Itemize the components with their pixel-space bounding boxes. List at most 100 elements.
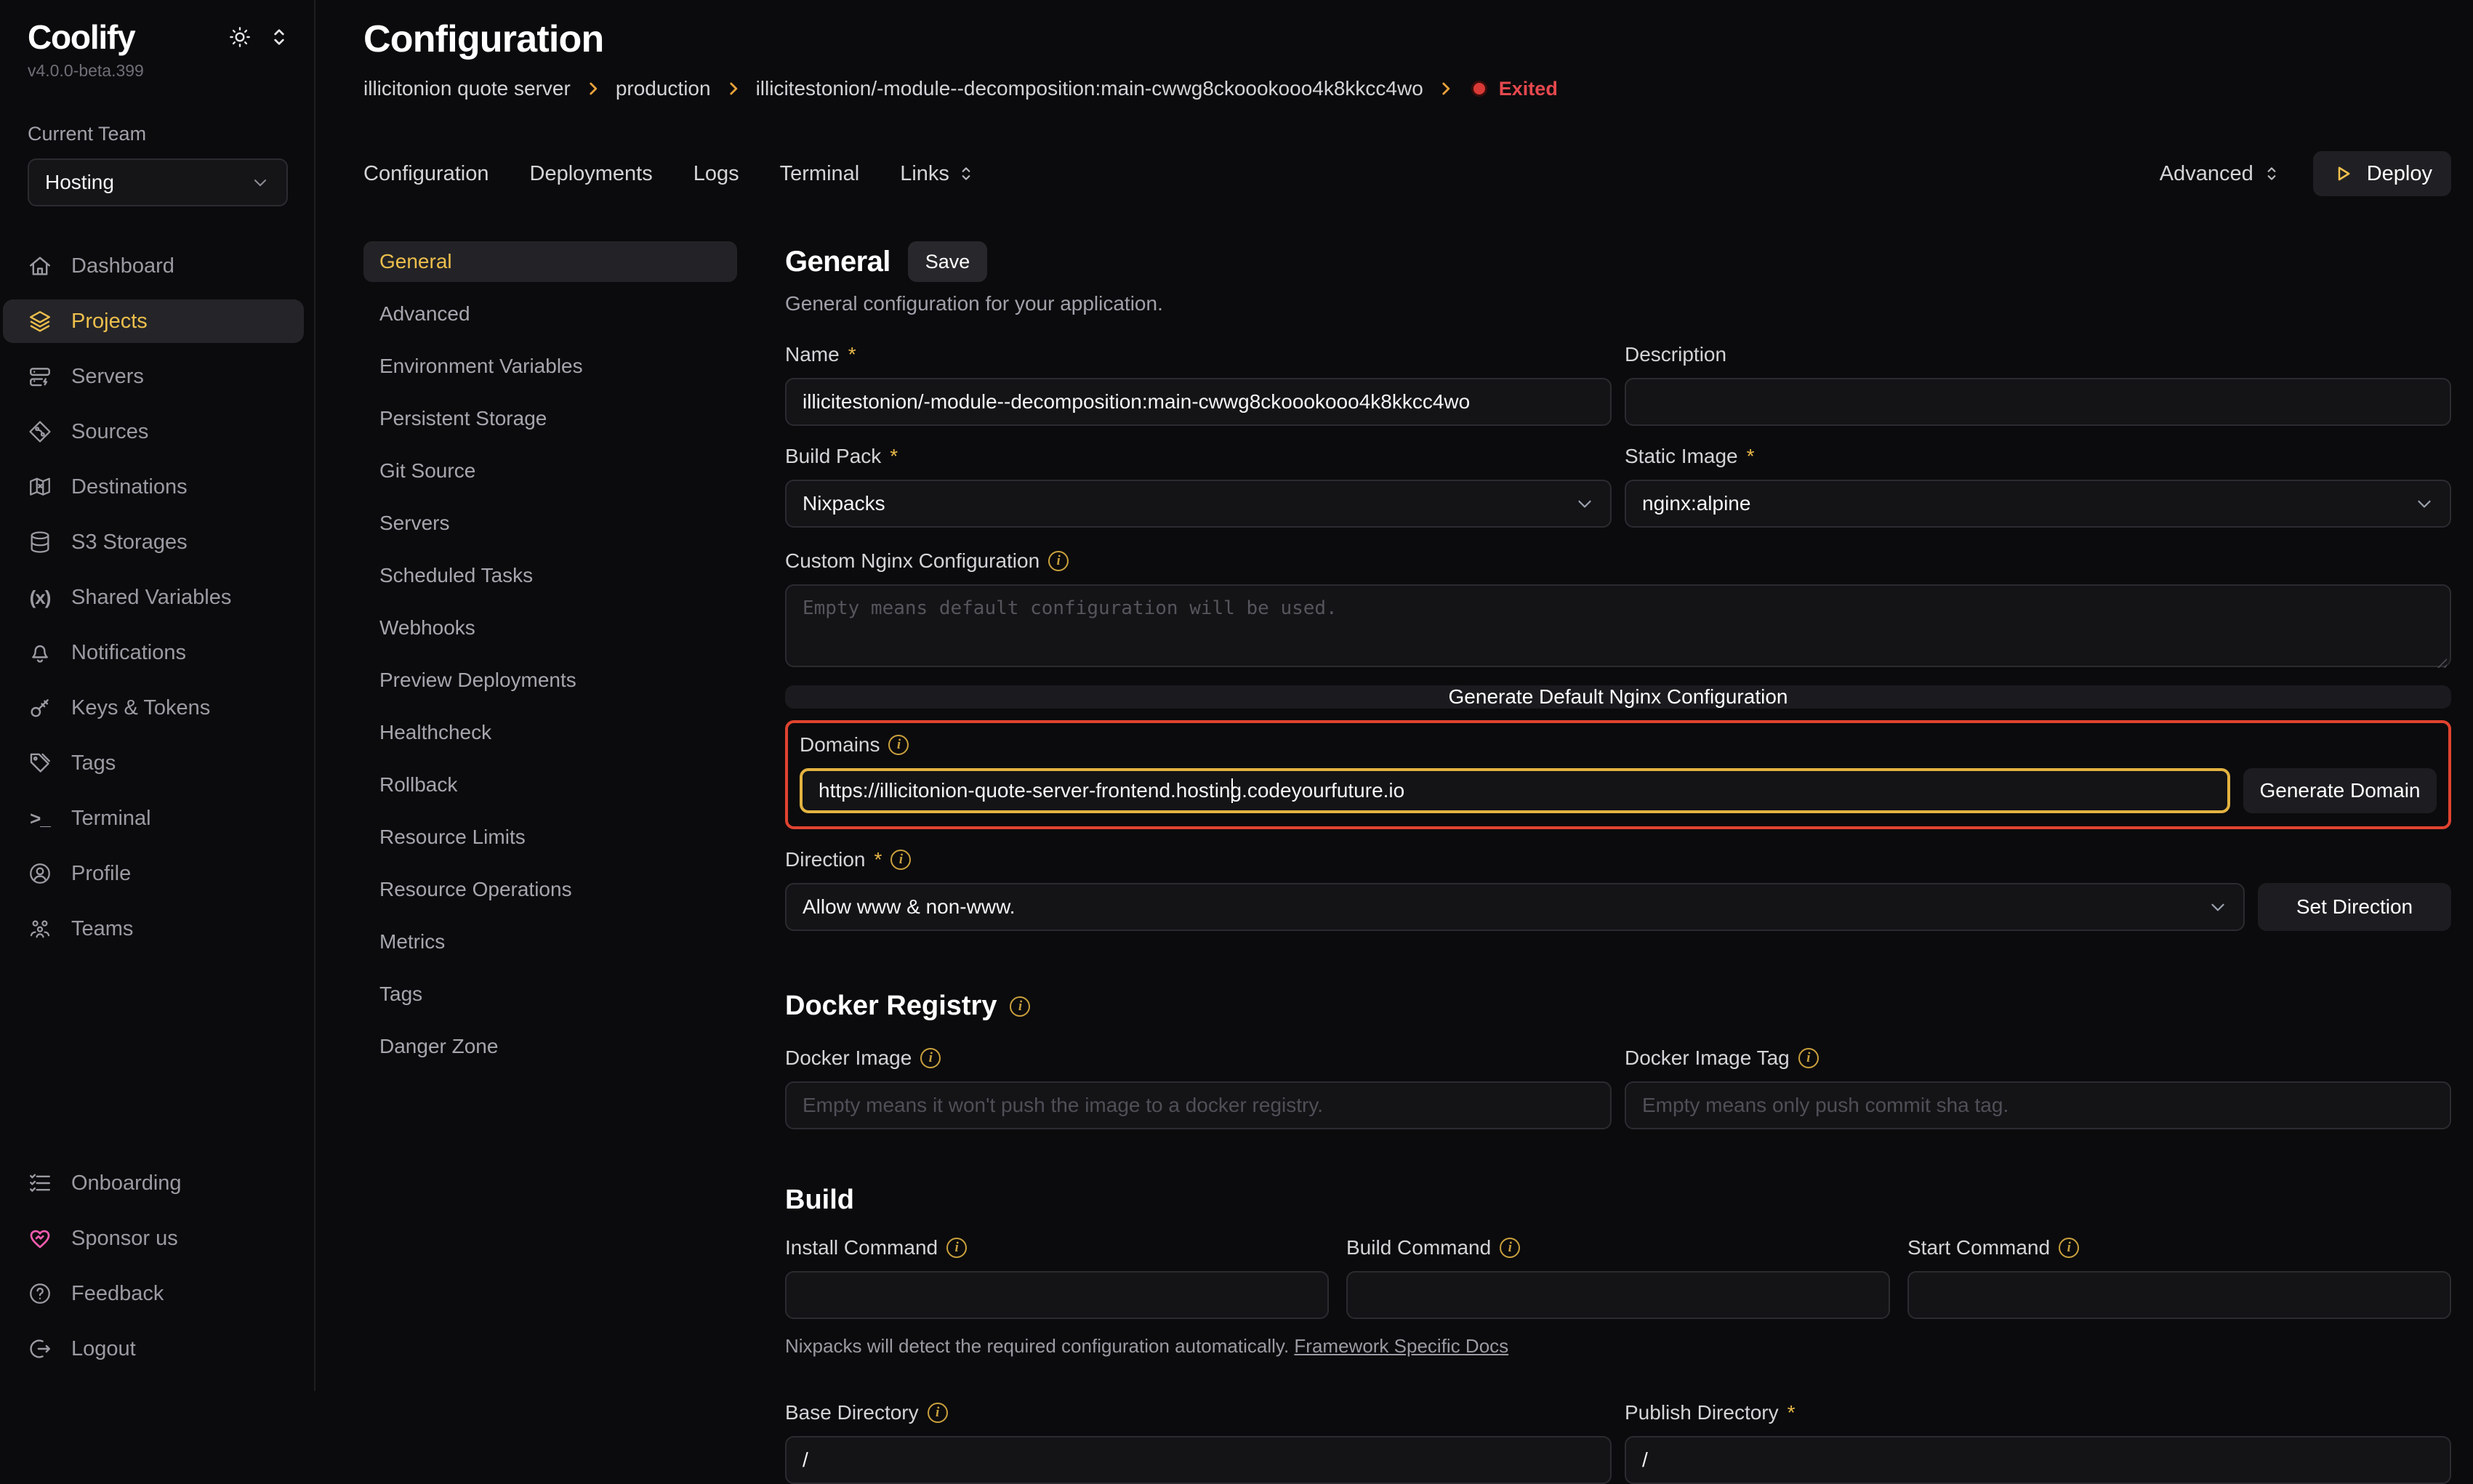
sidebar-item-notifications[interactable]: Notifications	[3, 631, 304, 674]
sidebar-item-sources[interactable]: Sources	[3, 410, 304, 453]
custom-nginx-textarea[interactable]	[785, 584, 2451, 667]
static-image-select[interactable]: nginx:alpine	[1625, 480, 2451, 528]
subnav-item-persistent-storage[interactable]: Persistent Storage	[363, 398, 737, 439]
docker-image-tag-input[interactable]	[1625, 1081, 2451, 1129]
generate-domain-button[interactable]: Generate Domain	[2243, 768, 2437, 813]
advanced-menu[interactable]: Advanced	[2160, 162, 2281, 186]
info-icon[interactable]	[946, 1238, 967, 1258]
info-icon[interactable]	[920, 1048, 941, 1068]
subnav-item-metrics[interactable]: Metrics	[363, 922, 737, 962]
section-title: General	[785, 246, 890, 278]
description-input[interactable]	[1625, 378, 2451, 426]
database-icon	[28, 530, 52, 555]
sidebar-item-onboarding[interactable]: Onboarding	[3, 1161, 304, 1205]
sidebar-item-logout[interactable]: Logout	[3, 1327, 304, 1371]
tab-deployments[interactable]: Deployments	[530, 162, 653, 186]
layers-icon	[28, 309, 52, 334]
chevron-right-icon	[1436, 79, 1455, 98]
subnav-item-scheduled-tasks[interactable]: Scheduled Tasks	[363, 555, 737, 596]
base-directory-label: Base Directory	[785, 1401, 919, 1424]
sidebar-item-feedback[interactable]: Feedback	[3, 1272, 304, 1315]
sidebar-item-tags[interactable]: Tags	[3, 741, 304, 785]
breadcrumb-project[interactable]: illicitonion quote server	[363, 77, 571, 100]
sidebar-item-servers[interactable]: Servers	[3, 355, 304, 398]
subnav-item-git-source[interactable]: Git Source	[363, 451, 737, 491]
subnav-item-danger-zone[interactable]: Danger Zone	[363, 1026, 737, 1067]
breadcrumb-application[interactable]: illicitestonion/-module--decomposition:m…	[756, 77, 1423, 100]
name-label: Name	[785, 343, 840, 366]
logout-icon	[28, 1336, 52, 1361]
subnav-item-webhooks[interactable]: Webhooks	[363, 608, 737, 648]
sidebar-item-dashboard[interactable]: Dashboard	[3, 244, 304, 288]
sidebar-item-label: Projects	[71, 310, 148, 334]
build-title: Build	[785, 1185, 2451, 1216]
theme-selector-icon[interactable]	[268, 25, 291, 49]
subnav-item-environment-variables[interactable]: Environment Variables	[363, 346, 737, 387]
subnav-item-servers[interactable]: Servers	[363, 503, 737, 544]
subnav-item-general[interactable]: General	[363, 241, 737, 282]
server-icon	[28, 364, 52, 389]
sidebar-item-profile[interactable]: Profile	[3, 852, 304, 895]
theme-sun-icon[interactable]	[228, 25, 252, 49]
breadcrumb-environment[interactable]: production	[616, 77, 711, 100]
sidebar-item-sponsor-us[interactable]: Sponsor us	[3, 1217, 304, 1260]
info-icon[interactable]	[888, 735, 909, 755]
sidebar-item-s3-storages[interactable]: S3 Storages	[3, 520, 304, 564]
set-direction-button[interactable]: Set Direction	[2258, 883, 2451, 931]
build-command-field: Build Command	[1346, 1235, 1890, 1319]
base-directory-field: Base Directory	[785, 1400, 1612, 1484]
subnav-item-rollback[interactable]: Rollback	[363, 765, 737, 805]
info-icon[interactable]	[1010, 996, 1030, 1017]
subnav-item-resource-limits[interactable]: Resource Limits	[363, 817, 737, 858]
save-button[interactable]: Save	[908, 241, 988, 282]
name-input[interactable]	[785, 378, 1612, 426]
start-command-label: Start Command	[1907, 1236, 2050, 1259]
info-icon[interactable]	[1798, 1048, 1819, 1068]
subnav-item-advanced[interactable]: Advanced	[363, 294, 737, 334]
app-version: v4.0.0-beta.399	[0, 61, 314, 81]
docker-image-input[interactable]	[785, 1081, 1612, 1129]
framework-docs-link[interactable]: Framework Specific Docs	[1294, 1335, 1508, 1357]
install-command-field: Install Command	[785, 1235, 1329, 1319]
info-icon[interactable]	[1048, 551, 1069, 571]
sidebar-item-shared-variables[interactable]: (x) Shared Variables	[3, 576, 304, 619]
direction-select[interactable]: Allow www & non-www.	[785, 883, 2245, 931]
start-command-input[interactable]	[1907, 1271, 2451, 1319]
build-pack-select[interactable]: Nixpacks	[785, 480, 1612, 528]
tab-links[interactable]: Links	[900, 162, 976, 186]
tab-configuration[interactable]: Configuration	[363, 162, 489, 186]
sidebar-item-teams[interactable]: Teams	[3, 907, 304, 951]
sidebar-item-keys-tokens[interactable]: Keys & Tokens	[3, 686, 304, 730]
build-command-input[interactable]	[1346, 1271, 1890, 1319]
info-icon[interactable]	[2059, 1238, 2079, 1258]
install-command-input[interactable]	[785, 1271, 1329, 1319]
sidebar-item-label: Feedback	[71, 1282, 164, 1306]
generate-nginx-button[interactable]: Generate Default Nginx Configuration	[785, 685, 2451, 709]
sidebar-item-destinations[interactable]: Destinations	[3, 465, 304, 509]
required-asterisk	[890, 445, 898, 468]
subnav-item-healthcheck[interactable]: Healthcheck	[363, 712, 737, 753]
info-icon[interactable]	[890, 850, 911, 870]
publish-directory-input[interactable]	[1625, 1436, 2451, 1484]
sidebar-item-projects[interactable]: Projects	[3, 299, 304, 343]
tab-logs[interactable]: Logs	[693, 162, 739, 186]
home-icon	[28, 254, 52, 278]
domains-input[interactable]	[800, 768, 2230, 813]
checklist-icon	[28, 1171, 52, 1195]
info-icon[interactable]	[1500, 1238, 1520, 1258]
status-dot-icon	[1471, 81, 1487, 97]
info-icon[interactable]	[928, 1403, 948, 1423]
sidebar-item-terminal[interactable]: >_ Terminal	[3, 797, 304, 840]
sidebar-item-label: Tags	[71, 751, 116, 775]
configuration-content: General Advanced Environment Variables P…	[363, 241, 2451, 1391]
subnav-item-resource-operations[interactable]: Resource Operations	[363, 869, 737, 910]
base-directory-input[interactable]	[785, 1436, 1612, 1484]
deploy-button[interactable]: Deploy	[2313, 151, 2451, 196]
name-field: Name	[785, 342, 1612, 426]
team-select[interactable]: Hosting	[28, 158, 288, 206]
tab-terminal[interactable]: Terminal	[780, 162, 860, 186]
subnav-item-preview-deployments[interactable]: Preview Deployments	[363, 660, 737, 701]
play-icon	[2332, 163, 2354, 185]
sidebar-item-label: Destinations	[71, 475, 188, 499]
subnav-item-tags[interactable]: Tags	[363, 974, 737, 1015]
